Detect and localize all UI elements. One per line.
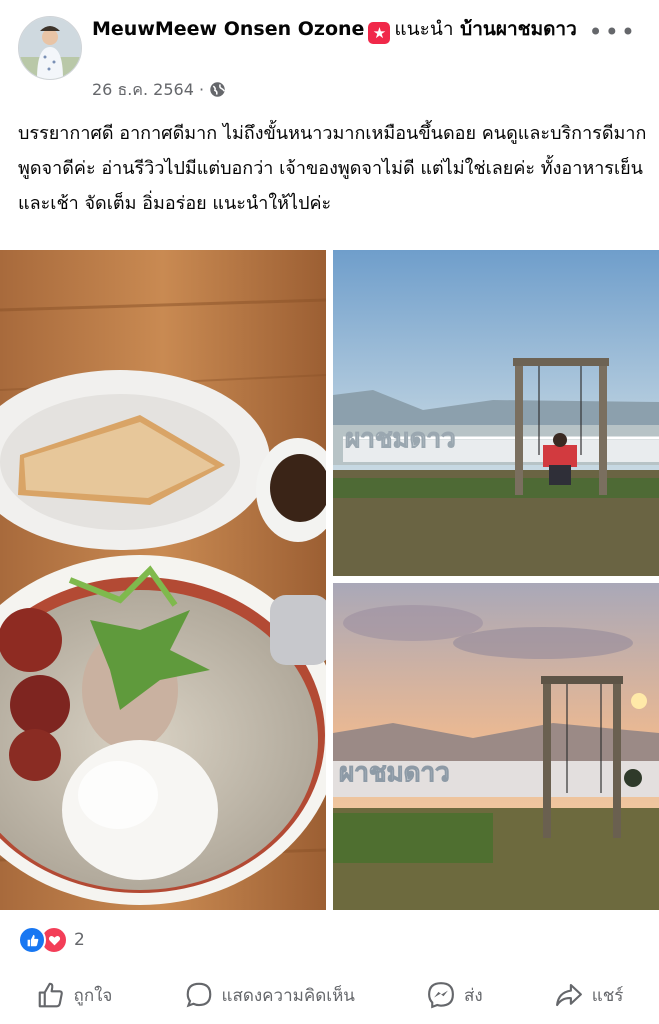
share-arrow-icon [555, 983, 582, 1007]
post-text: บรรยากาศดี อากาศดีมาก ไม่ถึงขั้นหนาวมากเ… [18, 123, 647, 214]
reaction-count: 2 [74, 930, 85, 950]
comment-bubble-icon [186, 982, 211, 1008]
like-button[interactable]: ถูกใจ [36, 980, 113, 1010]
photo-swing-sunset[interactable]: ผาชมดาว [333, 583, 659, 910]
send-label: ส่ง [464, 985, 483, 1006]
photo-breakfast[interactable] [0, 250, 326, 910]
share-label: แชร์ [591, 985, 624, 1006]
star-review-icon: ★ [368, 22, 391, 44]
action-bar: ถูกใจ แสดงความคิดเห็น ส่ง แชร์ [0, 972, 659, 1018]
sign-text-day: ผาชมดาว [345, 424, 456, 454]
place-name[interactable]: บ้านผาชมดาว [460, 18, 577, 40]
comment-button[interactable]: แสดงความคิดเห็น [184, 980, 355, 1010]
like-reaction-icon [18, 926, 46, 954]
post-date[interactable]: 26 ธ.ค. 2564 [92, 80, 194, 99]
comment-label: แสดงความคิดเห็น [221, 985, 355, 1006]
meta-separator: · [198, 80, 205, 99]
recommend-label: แนะนำ [394, 18, 454, 40]
post-meta: 26 ธ.ค. 2564 · [92, 78, 226, 103]
author-avatar[interactable] [18, 16, 82, 80]
post-title: MeuwMeew Onsen Ozone ★ แนะนำ บ้านผาชมดาว [92, 14, 592, 44]
globe-icon [209, 81, 226, 102]
messenger-icon [428, 982, 454, 1009]
post-header: MeuwMeew Onsen Ozone ★ แนะนำ บ้านผาชมดาว 2… [0, 0, 659, 100]
more-dots-icon[interactable]: ••• [589, 18, 637, 46]
sign-text-sunset: ผาชมดาว [339, 758, 450, 788]
share-button[interactable]: แชร์ [554, 980, 624, 1010]
thumbs-up-icon [38, 982, 63, 1008]
photo-grid: ผาชมดาว ผาชมดาว [0, 250, 659, 910]
send-button[interactable]: ส่ง [426, 980, 483, 1010]
photo-swing-day[interactable]: ผาชมดาว [333, 250, 659, 576]
author-name[interactable]: MeuwMeew Onsen Ozone [92, 18, 364, 40]
like-label: ถูกใจ [73, 985, 113, 1006]
reaction-summary[interactable]: 2 [18, 926, 85, 954]
